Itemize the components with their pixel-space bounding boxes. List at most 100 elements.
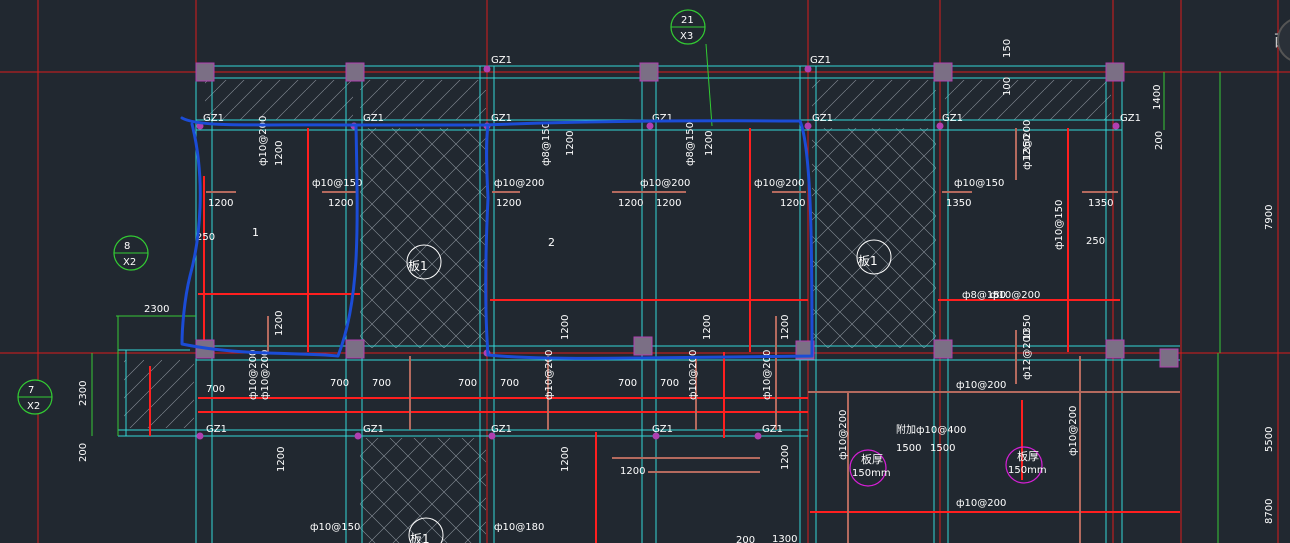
- column-label: GZ1: [810, 55, 831, 66]
- rebar-label: ф10@200: [260, 350, 271, 400]
- dimension-label: 1200: [274, 141, 285, 166]
- dimension-label: 1200: [618, 198, 643, 209]
- rebar-label: ф10@200: [956, 498, 1006, 509]
- slab-label: 板1: [408, 259, 428, 273]
- cad-drawing-canvas[interactable]: GZ1 GZ1GZ1 GZ1 GZ1 GZ1 GZ1 GZ1 GZ1GZ1 GZ1 GZ1 GZ1 G…: [0, 0, 1290, 543]
- dimension-label: 700: [330, 378, 349, 389]
- dimension-label: 1200: [656, 198, 681, 209]
- rebar-label: ф10@180: [494, 522, 544, 533]
- axis-tag-number: 8: [124, 241, 130, 252]
- markup-number-1: 1: [252, 226, 259, 239]
- dimension-label: 700: [458, 378, 477, 389]
- dimension-label: 1200: [620, 466, 645, 477]
- column-gz-marker[interactable]: [354, 432, 362, 440]
- dimension-label: 1400: [1152, 85, 1163, 110]
- rebar-label: 附加ф10@400: [896, 423, 966, 436]
- dimension-label: 700: [660, 378, 679, 389]
- dimension-label: 1200: [274, 311, 285, 336]
- slab-hatch: [360, 438, 486, 543]
- dimension-label: 700: [618, 378, 637, 389]
- dimension-label: 1200: [560, 447, 571, 472]
- column-label: GZ1: [942, 113, 963, 124]
- column-gz-marker[interactable]: [804, 122, 812, 130]
- rebar-label: ф10@150: [954, 178, 1004, 189]
- column-box[interactable]: [195, 62, 215, 82]
- dimension-label: 200: [1154, 131, 1165, 150]
- column-gz-marker[interactable]: [483, 65, 491, 73]
- rebar-label: ф8@150: [685, 122, 696, 166]
- slab-hatch: [812, 128, 936, 348]
- dimension-label: 1200: [208, 198, 233, 209]
- column-box[interactable]: [933, 62, 953, 82]
- column-box[interactable]: [345, 62, 365, 82]
- thick-slab-label: 板厚: [1017, 449, 1039, 463]
- axis-tag-code: X2: [123, 257, 136, 268]
- dimension-label: 1300: [772, 534, 797, 543]
- slab-hatching: [124, 80, 1111, 543]
- column-label: GZ1: [491, 55, 512, 66]
- dimension-label: 1200: [780, 315, 791, 340]
- rebar-label: ф10@200: [494, 178, 544, 189]
- rebar-label: ф10@200: [258, 116, 269, 166]
- dimension-label: 1200: [496, 198, 521, 209]
- dimension-label: 8700: [1264, 499, 1275, 524]
- column-box[interactable]: [1105, 62, 1125, 82]
- dimension-label: 250: [1086, 236, 1105, 247]
- slab-hatch-diag: [945, 80, 1111, 120]
- thick-slab-label: 板厚: [861, 452, 883, 466]
- dimension-label: 1350: [1088, 198, 1113, 209]
- rebar-label: ф10@150: [310, 522, 360, 533]
- axis-tag-code: X3: [680, 31, 693, 42]
- dimension-label: 1350: [1022, 135, 1033, 160]
- dimension-label: 1500: [930, 443, 955, 454]
- rebar-label: ф10@200: [640, 178, 690, 189]
- rebar-label: ф8@180: [962, 290, 1006, 301]
- column-label: GZ1: [812, 113, 833, 124]
- rebar-label: ф10@200: [754, 178, 804, 189]
- dimension-label: 100: [1002, 77, 1013, 96]
- viewcube-edge[interactable]: [1277, 18, 1290, 62]
- column-box[interactable]: [639, 62, 659, 82]
- column-label: GZ1: [206, 424, 227, 435]
- dimension-label: 200: [78, 443, 89, 462]
- column-gz-marker[interactable]: [754, 432, 762, 440]
- column-label: GZ1: [491, 113, 512, 124]
- column-gz-marker[interactable]: [196, 432, 204, 440]
- column-box[interactable]: [1105, 339, 1125, 359]
- dimension-label: 1200: [702, 315, 713, 340]
- dimension-label: 150: [1002, 39, 1013, 58]
- dimension-label: 7900: [1264, 205, 1275, 230]
- axis-tag-number: 7: [28, 385, 34, 396]
- slab-label: 板1: [858, 254, 878, 268]
- dimension-label: 1200: [560, 315, 571, 340]
- column-label: GZ1: [363, 424, 384, 435]
- rebar-label: ф8@150: [541, 122, 552, 166]
- column-box[interactable]: [933, 339, 953, 359]
- dimension-label: 700: [500, 378, 519, 389]
- dimension-label: 1350: [1022, 315, 1033, 340]
- dimension-label: 1200: [780, 445, 791, 470]
- dimension-label: 700: [372, 378, 391, 389]
- rebar-label: ф10@150: [312, 178, 362, 189]
- thick-slab-value: 150mm: [852, 468, 891, 479]
- axis-tag-leader: [705, 43, 713, 127]
- rebar-label: ф10@200: [838, 410, 849, 460]
- slab-hatch-diag: [205, 80, 353, 120]
- column-gz-marker[interactable]: [1112, 122, 1120, 130]
- rebar-label: ф10@150: [1054, 200, 1065, 250]
- dimension-label: 2300: [78, 381, 89, 406]
- column-label: GZ1: [762, 424, 783, 435]
- column-label: GZ1: [491, 424, 512, 435]
- column-gz-marker[interactable]: [804, 65, 812, 73]
- dimension-label: 5500: [1264, 427, 1275, 452]
- rebar-label: ф10@200: [248, 350, 259, 400]
- column-box[interactable]: [633, 336, 653, 356]
- column-box[interactable]: [345, 339, 365, 359]
- column-label: GZ1: [1120, 113, 1141, 124]
- dimension-label: 1500: [896, 443, 921, 454]
- column-label: GZ1: [363, 113, 384, 124]
- dimension-label: 1200: [565, 131, 576, 156]
- slab-hatch-diag: [124, 360, 194, 428]
- dimension-label: 1350: [946, 198, 971, 209]
- column-box[interactable]: [1159, 348, 1179, 368]
